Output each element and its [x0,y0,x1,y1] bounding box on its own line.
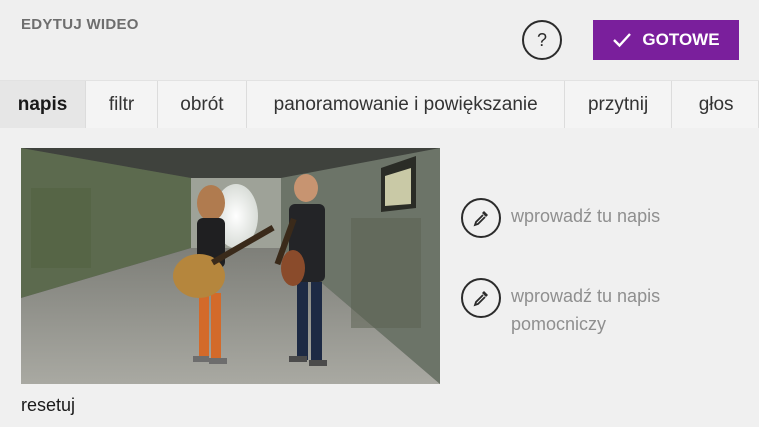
eyedropper-icon[interactable] [461,278,501,318]
subcaption-placeholder: wprowadź tu napis pomocniczy [511,286,661,334]
tab-napis[interactable]: napis [0,81,87,129]
reset-button[interactable]: resetuj [21,395,75,416]
caption-placeholder: wprowadź tu napis [511,206,661,226]
tab-filtr[interactable]: filtr [86,81,158,129]
tab-obrot[interactable]: obrót [158,81,247,129]
checkmark-icon [612,32,632,48]
tab-glos[interactable]: głos [672,81,759,129]
done-button[interactable]: GOTOWE [593,20,739,60]
done-button-label: GOTOWE [642,30,720,49]
subcaption-input[interactable]: wprowadź tu napis pomocniczy [461,278,701,338]
video-preview [21,148,440,384]
help-button[interactable]: ? [522,20,562,60]
page-title: EDYTUJ WIDEO [21,16,139,33]
caption-input[interactable]: wprowadź tu napis [461,198,660,238]
eyedropper-icon[interactable] [461,198,501,238]
editor-content: wprowadź tu napis wprowadź tu napis pomo… [0,128,759,427]
tab-przytnij[interactable]: przytnij [565,81,672,129]
tab-bar: napis filtr obrót panoramowanie i powięk… [0,80,759,129]
tab-panoramowanie[interactable]: panoramowanie i powiększanie [247,81,566,129]
header: EDYTUJ WIDEO ? GOTOWE [0,0,759,80]
